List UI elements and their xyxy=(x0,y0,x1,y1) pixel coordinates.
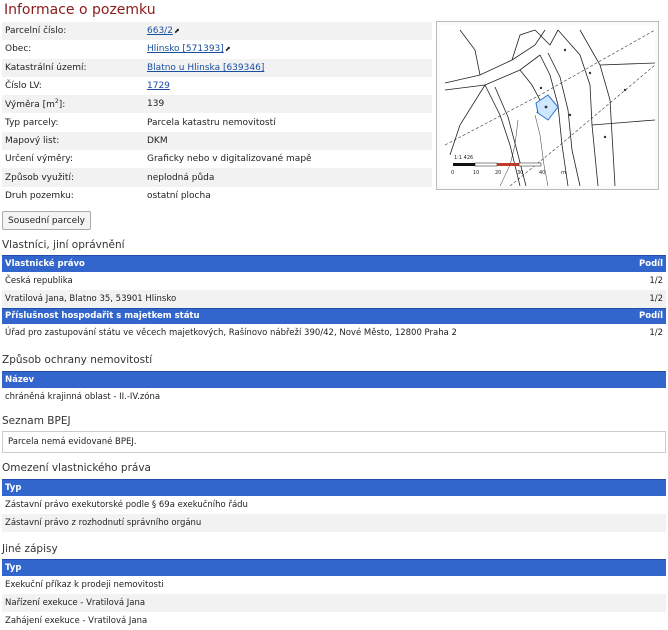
info-value-cell: 1729 xyxy=(144,77,432,95)
info-row: Obec: Hlinsko [571393]⬈ xyxy=(2,40,432,58)
bpej-box: Parcela nemá evidované BPEJ. xyxy=(2,431,666,453)
info-value-cell: ostatní plocha xyxy=(144,187,432,205)
row-name: Česká republika xyxy=(5,275,73,286)
other-header: Typ xyxy=(2,559,666,576)
restrictions-header: Typ xyxy=(2,479,666,496)
info-label: Obec: xyxy=(5,44,32,55)
scale-tick-label: 10 xyxy=(473,170,479,176)
row-share: 1/2 xyxy=(649,328,663,339)
info-value-link[interactable]: Blatno u Hlinska [639346] xyxy=(147,63,264,73)
external-link-icon[interactable]: ⬈ xyxy=(174,27,180,35)
scale-label: 1:1 426 xyxy=(454,155,473,161)
info-value: DKM xyxy=(147,135,168,146)
info-value: Parcela katastru nemovitostí xyxy=(147,117,276,128)
info-row: Způsob využití: neplodná půda xyxy=(2,168,432,187)
info-value: neplodná půda xyxy=(147,172,215,183)
scale-tick-label: 0 xyxy=(451,170,454,176)
state-header: Příslušnost hospodařit s majetkem státu xyxy=(2,307,626,325)
owners-header-share: Podíl xyxy=(626,255,666,272)
restrictions-section-title: Omezení vlastnického práva xyxy=(2,462,151,474)
info-value-cell: Hlinsko [571393]⬈ xyxy=(144,40,432,58)
info-label: Výměra [m2]: xyxy=(2,95,144,114)
info-value: 139 xyxy=(147,99,165,110)
info-row: Parcelní číslo: 663/2⬈ xyxy=(2,22,432,41)
bpej-section-title: Seznam BPEJ xyxy=(2,415,71,427)
scale-tick-label: 40 xyxy=(539,170,545,176)
row-text: Exekuční příkaz k prodeji nemovitosti xyxy=(5,579,164,590)
info-value: Graficky nebo v digitalizované mapě xyxy=(147,154,312,165)
parcel-map[interactable]: 1:1 426 0 10 20 30 40 m xyxy=(436,21,659,190)
info-label: Určení výměry: xyxy=(5,154,74,165)
row-name: Vratilová Jana, Blatno 35, 53901 Hlinsko xyxy=(2,289,626,309)
info-value-cell: neplodná půda xyxy=(144,168,432,187)
other-records-table: Typ Exekuční příkaz k prodeji nemovitost… xyxy=(2,559,666,630)
table-row: Vratilová Jana, Blatno 35, 53901 Hlinsko… xyxy=(2,289,666,309)
info-row: Katastrální území: Blatno u Hlinska [6393… xyxy=(2,58,432,77)
table-row: Exekuční příkaz k prodeji nemovitosti xyxy=(2,576,666,594)
scale-tick-label: 20 xyxy=(495,170,501,176)
other-section-title: Jiné zápisy xyxy=(2,543,58,555)
info-value-cell: Graficky nebo v digitalizované mapě xyxy=(144,150,432,168)
owners-section-title: Vlastníci, jiní oprávnění xyxy=(2,239,125,251)
row-text: Zástavní právo z rozhodnutí správního or… xyxy=(2,513,666,533)
info-value-cell: 663/2⬈ xyxy=(144,22,432,41)
info-label: Číslo LV: xyxy=(5,81,42,92)
scale-bar xyxy=(453,162,542,167)
table-row: Zahájení exekuce - Vratilová Jana xyxy=(2,612,666,630)
row-share: 1/2 xyxy=(626,289,666,309)
scale-tick-label: 30 xyxy=(517,170,523,176)
info-row: Výměra [m2]: 139 xyxy=(2,95,432,114)
state-header-share: Podíl xyxy=(626,307,666,325)
info-label: Parcelní číslo: xyxy=(2,22,144,41)
owners-table: Vlastnické právo Podíl Česká republika 1/… xyxy=(2,255,666,342)
info-label: Typ parcely: xyxy=(5,117,59,128)
protection-header: Název xyxy=(2,371,666,388)
owners-header-right: Vlastnické právo xyxy=(2,255,626,272)
row-text: chráněná krajinná oblast - II.-IV.zóna xyxy=(5,391,161,402)
page-title: Informace o pozemku xyxy=(4,2,156,18)
info-value-cell: DKM xyxy=(144,131,432,151)
info-row: Typ parcely: Parcela katastru nemovitostí xyxy=(2,113,432,131)
row-text: Nařízení exekuce - Vratilová Jana xyxy=(2,593,666,613)
row-share: 1/2 xyxy=(649,275,663,286)
row-name: Úřad pro zastupování státu ve věcech maj… xyxy=(5,328,457,339)
info-value-cell: Parcela katastru nemovitostí xyxy=(144,113,432,131)
map-image[interactable]: 1:1 426 0 10 20 30 40 m xyxy=(440,25,655,186)
info-row: Druh pozemku: ostatní plocha xyxy=(2,187,432,205)
protection-table: Název chráněná krajinná oblast - II.-IV.… xyxy=(2,371,666,406)
info-value-cell: Blatno u Hlinska [639346] xyxy=(144,58,432,77)
info-label: Způsob využití: xyxy=(2,168,144,187)
table-row: Zástavní právo z rozhodnutí správního or… xyxy=(2,513,666,533)
neighbor-parcels-button[interactable]: Sousední parcely xyxy=(2,211,91,230)
row-text: Zahájení exekuce - Vratilová Jana xyxy=(5,616,148,627)
parcel-info-table: Parcelní číslo: 663/2⬈ Obec: Hlinsko [57139… xyxy=(2,22,432,205)
info-value-link[interactable]: 1729 xyxy=(147,81,170,91)
scale-tick-label: m xyxy=(561,170,566,176)
info-value: ostatní plocha xyxy=(147,190,211,201)
info-value-link[interactable]: 663/2 xyxy=(147,26,173,36)
info-label: Katastrální území: xyxy=(2,58,144,77)
info-row: Číslo LV: 1729 xyxy=(2,77,432,95)
info-row: Určení výměry: Graficky nebo v digitalizo… xyxy=(2,150,432,168)
row-text: Zástavní právo exekutorské podle § 69a e… xyxy=(5,499,248,510)
table-row: chráněná krajinná oblast - II.-IV.zóna xyxy=(2,388,666,406)
table-row: Nařízení exekuce - Vratilová Jana xyxy=(2,593,666,613)
external-link-icon[interactable]: ⬈ xyxy=(225,45,231,53)
info-row: Mapový list: DKM xyxy=(2,131,432,151)
protection-section-title: Způsob ochrany nemovitostí xyxy=(2,354,153,366)
table-row: Zástavní právo exekutorské podle § 69a e… xyxy=(2,496,666,514)
info-label: Mapový list: xyxy=(2,131,144,151)
restrictions-table: Typ Zástavní právo exekutorské podle § 6… xyxy=(2,479,666,533)
table-row: Česká republika 1/2 xyxy=(2,272,666,290)
table-row: Úřad pro zastupování státu ve věcech maj… xyxy=(2,324,666,342)
info-label: Druh pozemku: xyxy=(5,190,74,201)
info-value-link[interactable]: Hlinsko [571393] xyxy=(147,44,224,54)
info-value-cell: 139 xyxy=(144,95,432,114)
